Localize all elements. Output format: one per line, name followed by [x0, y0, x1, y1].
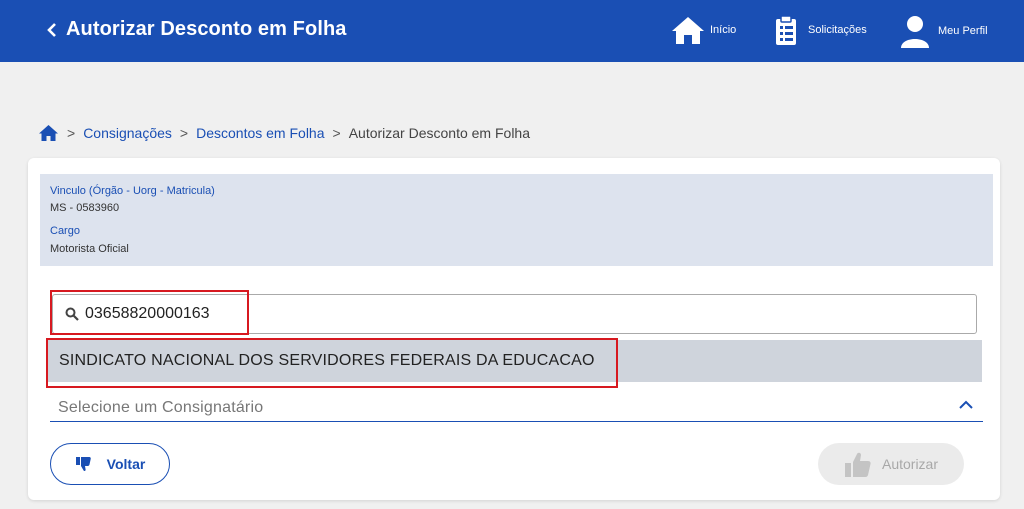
consignatario-select-placeholder: Selecione um Consignatário	[58, 399, 264, 416]
option-highlight-box	[46, 338, 618, 388]
nav-meu-perfil[interactable]: Meu Perfil	[900, 14, 988, 48]
voltar-button-label: Voltar	[106, 456, 146, 472]
vinculo-value: MS - 0583960	[50, 202, 120, 214]
consignatario-select[interactable]: Selecione um Consignatário	[50, 391, 983, 422]
top-bar: Autorizar Desconto em Folha Início Solic…	[0, 0, 1024, 62]
breadcrumb-consignacoes[interactable]: Consignações	[83, 125, 172, 141]
breadcrumb-separator: >	[179, 125, 189, 141]
breadcrumb: > Consignações > Descontos em Folha > Au…	[38, 124, 530, 142]
cargo-value: Motorista Oficial	[50, 243, 129, 255]
search-highlight-box	[50, 290, 249, 335]
thumbs-up-icon	[844, 452, 871, 477]
nav-meu-perfil-label: Meu Perfil	[938, 25, 988, 37]
chevron-up-icon[interactable]	[959, 400, 973, 409]
breadcrumb-descontos[interactable]: Descontos em Folha	[196, 125, 324, 141]
back-button[interactable]: Autorizar Desconto em Folha	[46, 18, 347, 41]
main-card: Vinculo (Órgão - Uorg - Matricula) MS - …	[28, 158, 1000, 500]
chevron-left-icon	[47, 22, 56, 37]
clipboard-icon	[776, 15, 796, 45]
nav-solicitacoes[interactable]: Solicitações	[774, 14, 867, 46]
voltar-button[interactable]: Voltar	[50, 443, 170, 485]
breadcrumb-separator: >	[67, 125, 76, 141]
home-icon[interactable]	[38, 124, 59, 142]
nav-solicitacoes-label: Solicitações	[808, 24, 867, 36]
breadcrumb-separator: >	[332, 125, 341, 141]
breadcrumb-current: Autorizar Desconto em Folha	[348, 125, 531, 141]
thumbs-down-icon	[75, 457, 91, 472]
cargo-label: Cargo	[50, 225, 80, 237]
nav-inicio-label: Início	[710, 24, 737, 36]
info-panel: Vinculo (Órgão - Uorg - Matricula) MS - …	[40, 174, 993, 266]
vinculo-label: Vinculo (Órgão - Uorg - Matricula)	[50, 185, 215, 197]
autorizar-button-label: Autorizar	[881, 456, 939, 472]
autorizar-button[interactable]: Autorizar	[818, 443, 964, 485]
user-icon	[901, 16, 929, 48]
nav-inicio[interactable]: Início	[670, 14, 736, 46]
page-title: Autorizar Desconto em Folha	[66, 18, 347, 40]
home-icon	[672, 17, 704, 44]
